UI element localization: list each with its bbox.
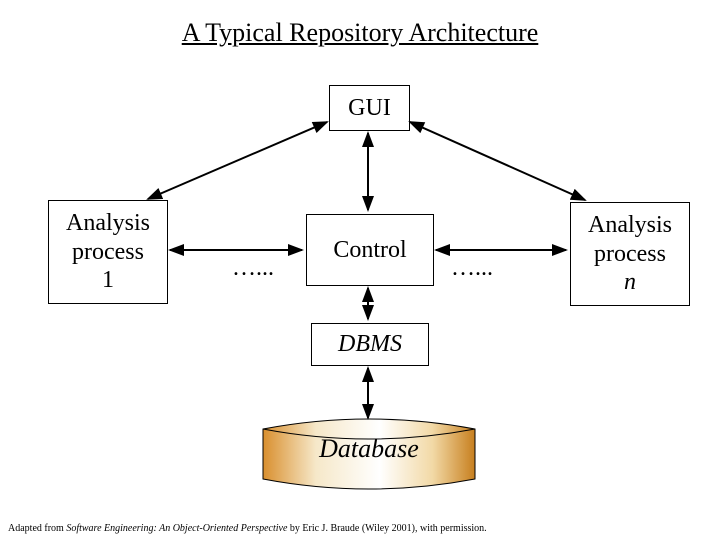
diagram-arrows	[0, 0, 720, 540]
credit-title: Software Engineering: An Object-Oriented…	[66, 523, 287, 534]
credit-line: Adapted from Software Engineering: An Ob…	[8, 523, 487, 534]
credit-suffix: by Eric J. Braude (Wiley 2001), with per…	[287, 523, 486, 534]
credit-prefix: Adapted from	[8, 523, 66, 534]
